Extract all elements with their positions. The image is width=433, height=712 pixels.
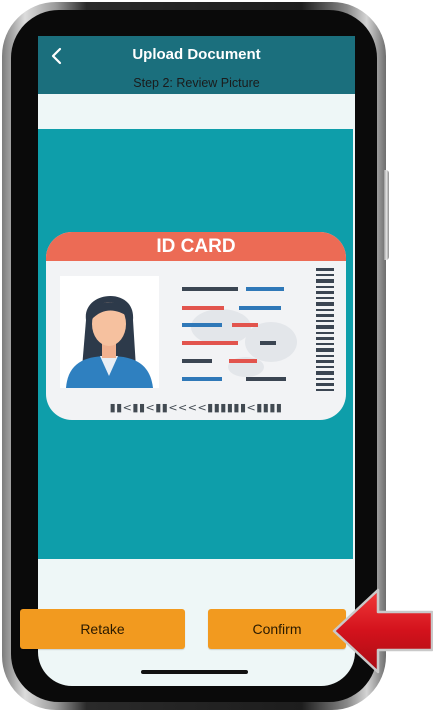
pointer-arrow-icon xyxy=(332,588,433,674)
phone-side-button xyxy=(384,170,389,260)
app-screen: Upload Document Step 2: Review Picture I… xyxy=(38,36,355,686)
retake-button[interactable]: Retake xyxy=(20,609,185,649)
card-details xyxy=(182,268,334,391)
id-card-image: ID CARD ▮▮<▮▮<▮▮<<<<▮▮▮▮▮▮<▮▮▮▮ xyxy=(46,232,346,420)
document-preview: ID CARD ▮▮<▮▮<▮▮<<<<▮▮▮▮▮▮<▮▮▮▮ xyxy=(38,129,353,559)
machine-readable-zone: ▮▮<▮▮<▮▮<<<<▮▮▮▮▮▮<▮▮▮▮ xyxy=(109,401,283,414)
page-title: Upload Document xyxy=(132,46,261,63)
step-label: Step 2: Review Picture xyxy=(133,76,260,90)
confirm-button[interactable]: Confirm xyxy=(208,609,346,649)
home-indicator xyxy=(141,670,248,674)
